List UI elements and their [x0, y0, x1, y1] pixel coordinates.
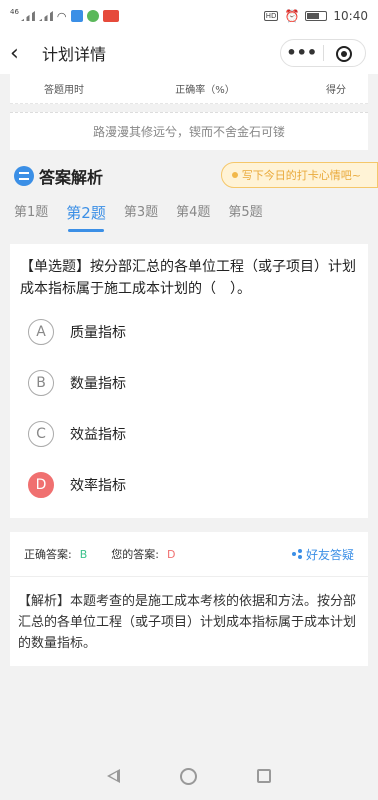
more-icon[interactable]: •••	[281, 40, 323, 66]
hd-icon: HD	[263, 11, 279, 21]
clock: 10:40	[333, 9, 368, 23]
tab-question-2[interactable]: 第2题	[66, 198, 106, 232]
signal-icon-2	[38, 11, 53, 21]
option-letter-d: D	[28, 471, 54, 498]
option-b[interactable]: B 数量指标	[20, 357, 358, 408]
mood-button[interactable]: 写下今日的打卡心情吧~	[220, 162, 378, 188]
tab-question-3[interactable]: 第3题	[124, 198, 158, 232]
explanation-text: 【解析】本题考查的是施工成本考核的依据和方法。按分部汇总的各单位工程（或子项目）…	[10, 576, 368, 666]
motto-quote: 路漫漫其修远兮，锲而不舍金石可镂	[10, 112, 368, 150]
ask-friend-label: 好友答疑	[305, 547, 354, 562]
your-answer-label: 您的答案:	[111, 548, 159, 561]
option-a[interactable]: A 质量指标	[20, 306, 358, 357]
share-icon	[291, 549, 302, 559]
option-c[interactable]: C 效益指标	[20, 408, 358, 459]
close-target-button[interactable]	[324, 40, 366, 66]
battery-icon	[305, 11, 328, 21]
wechat-icon	[86, 10, 99, 22]
option-d[interactable]: D 效率指标	[20, 459, 358, 510]
score-label: 得分	[325, 85, 346, 96]
status-left: 46 ◠	[10, 8, 119, 23]
tab-question-1[interactable]: 第1题	[14, 198, 48, 232]
your-answer-value: D	[166, 547, 176, 561]
ask-friend-button[interactable]: 好友答疑	[291, 546, 354, 563]
option-label-d: 效率指标	[70, 477, 126, 494]
signal-label: 46	[10, 8, 19, 16]
tab-question-5[interactable]: 第5题	[228, 198, 262, 232]
wifi-icon: ◠	[56, 9, 67, 23]
option-label-c: 效益指标	[70, 426, 126, 443]
nav-back-icon[interactable]	[107, 769, 120, 783]
analysis-icon	[14, 166, 34, 186]
option-letter-a: A	[28, 318, 54, 345]
option-label-a: 质量指标	[70, 324, 126, 341]
option-letter-c: C	[28, 420, 54, 447]
question-text: 【单选题】按分部汇总的各单位工程（或子项目）计划成本指标属于施工成本计划的（ ）…	[20, 259, 356, 297]
page-title: 计划详情	[42, 45, 107, 64]
accuracy-label: 正确率（%）	[175, 85, 235, 96]
alarm-icon: ⏰	[284, 9, 300, 23]
nav-home-icon[interactable]	[180, 767, 197, 785]
status-bar: 46 ◠ HD ⏰ 10:40	[0, 0, 378, 32]
back-icon[interactable]: ‹	[10, 41, 38, 66]
status-right: HD ⏰ 10:40	[263, 9, 368, 23]
answer-row: 正确答案: B 您的答案: D 好友答疑	[10, 532, 368, 576]
question-tabs: 第1题 第2题 第3题 第4题 第5题	[0, 198, 378, 232]
mini-program-capsule: •••	[280, 39, 366, 67]
correct-answer-value: B	[79, 547, 88, 561]
app-icon-1	[70, 10, 83, 22]
question-card: 【单选题】按分部汇总的各单位工程（或子项目）计划成本指标属于施工成本计划的（ ）…	[10, 244, 368, 518]
time-used-label: 答题用时	[44, 85, 84, 96]
signal-icon	[20, 11, 35, 21]
title-bar: ‹ 计划详情 •••	[0, 32, 378, 74]
analysis-header: 答案解析 写下今日的打卡心情吧~	[0, 154, 378, 198]
correct-answer-label: 正确答案:	[24, 548, 72, 561]
app-icon-3	[102, 10, 119, 22]
analysis-title: 答案解析	[39, 168, 104, 187]
stats-strip: 答题用时 正确率（%） 得分	[10, 74, 368, 104]
option-label-b: 数量指标	[70, 375, 126, 392]
mood-button-label: 写下今日的打卡心情吧~	[241, 169, 361, 182]
option-letter-b: B	[28, 369, 54, 396]
tab-question-4[interactable]: 第4题	[176, 198, 210, 232]
mood-dot-icon	[231, 172, 238, 178]
system-nav-bar	[0, 752, 378, 800]
target-icon	[336, 45, 353, 62]
nav-recent-icon[interactable]	[257, 769, 271, 783]
